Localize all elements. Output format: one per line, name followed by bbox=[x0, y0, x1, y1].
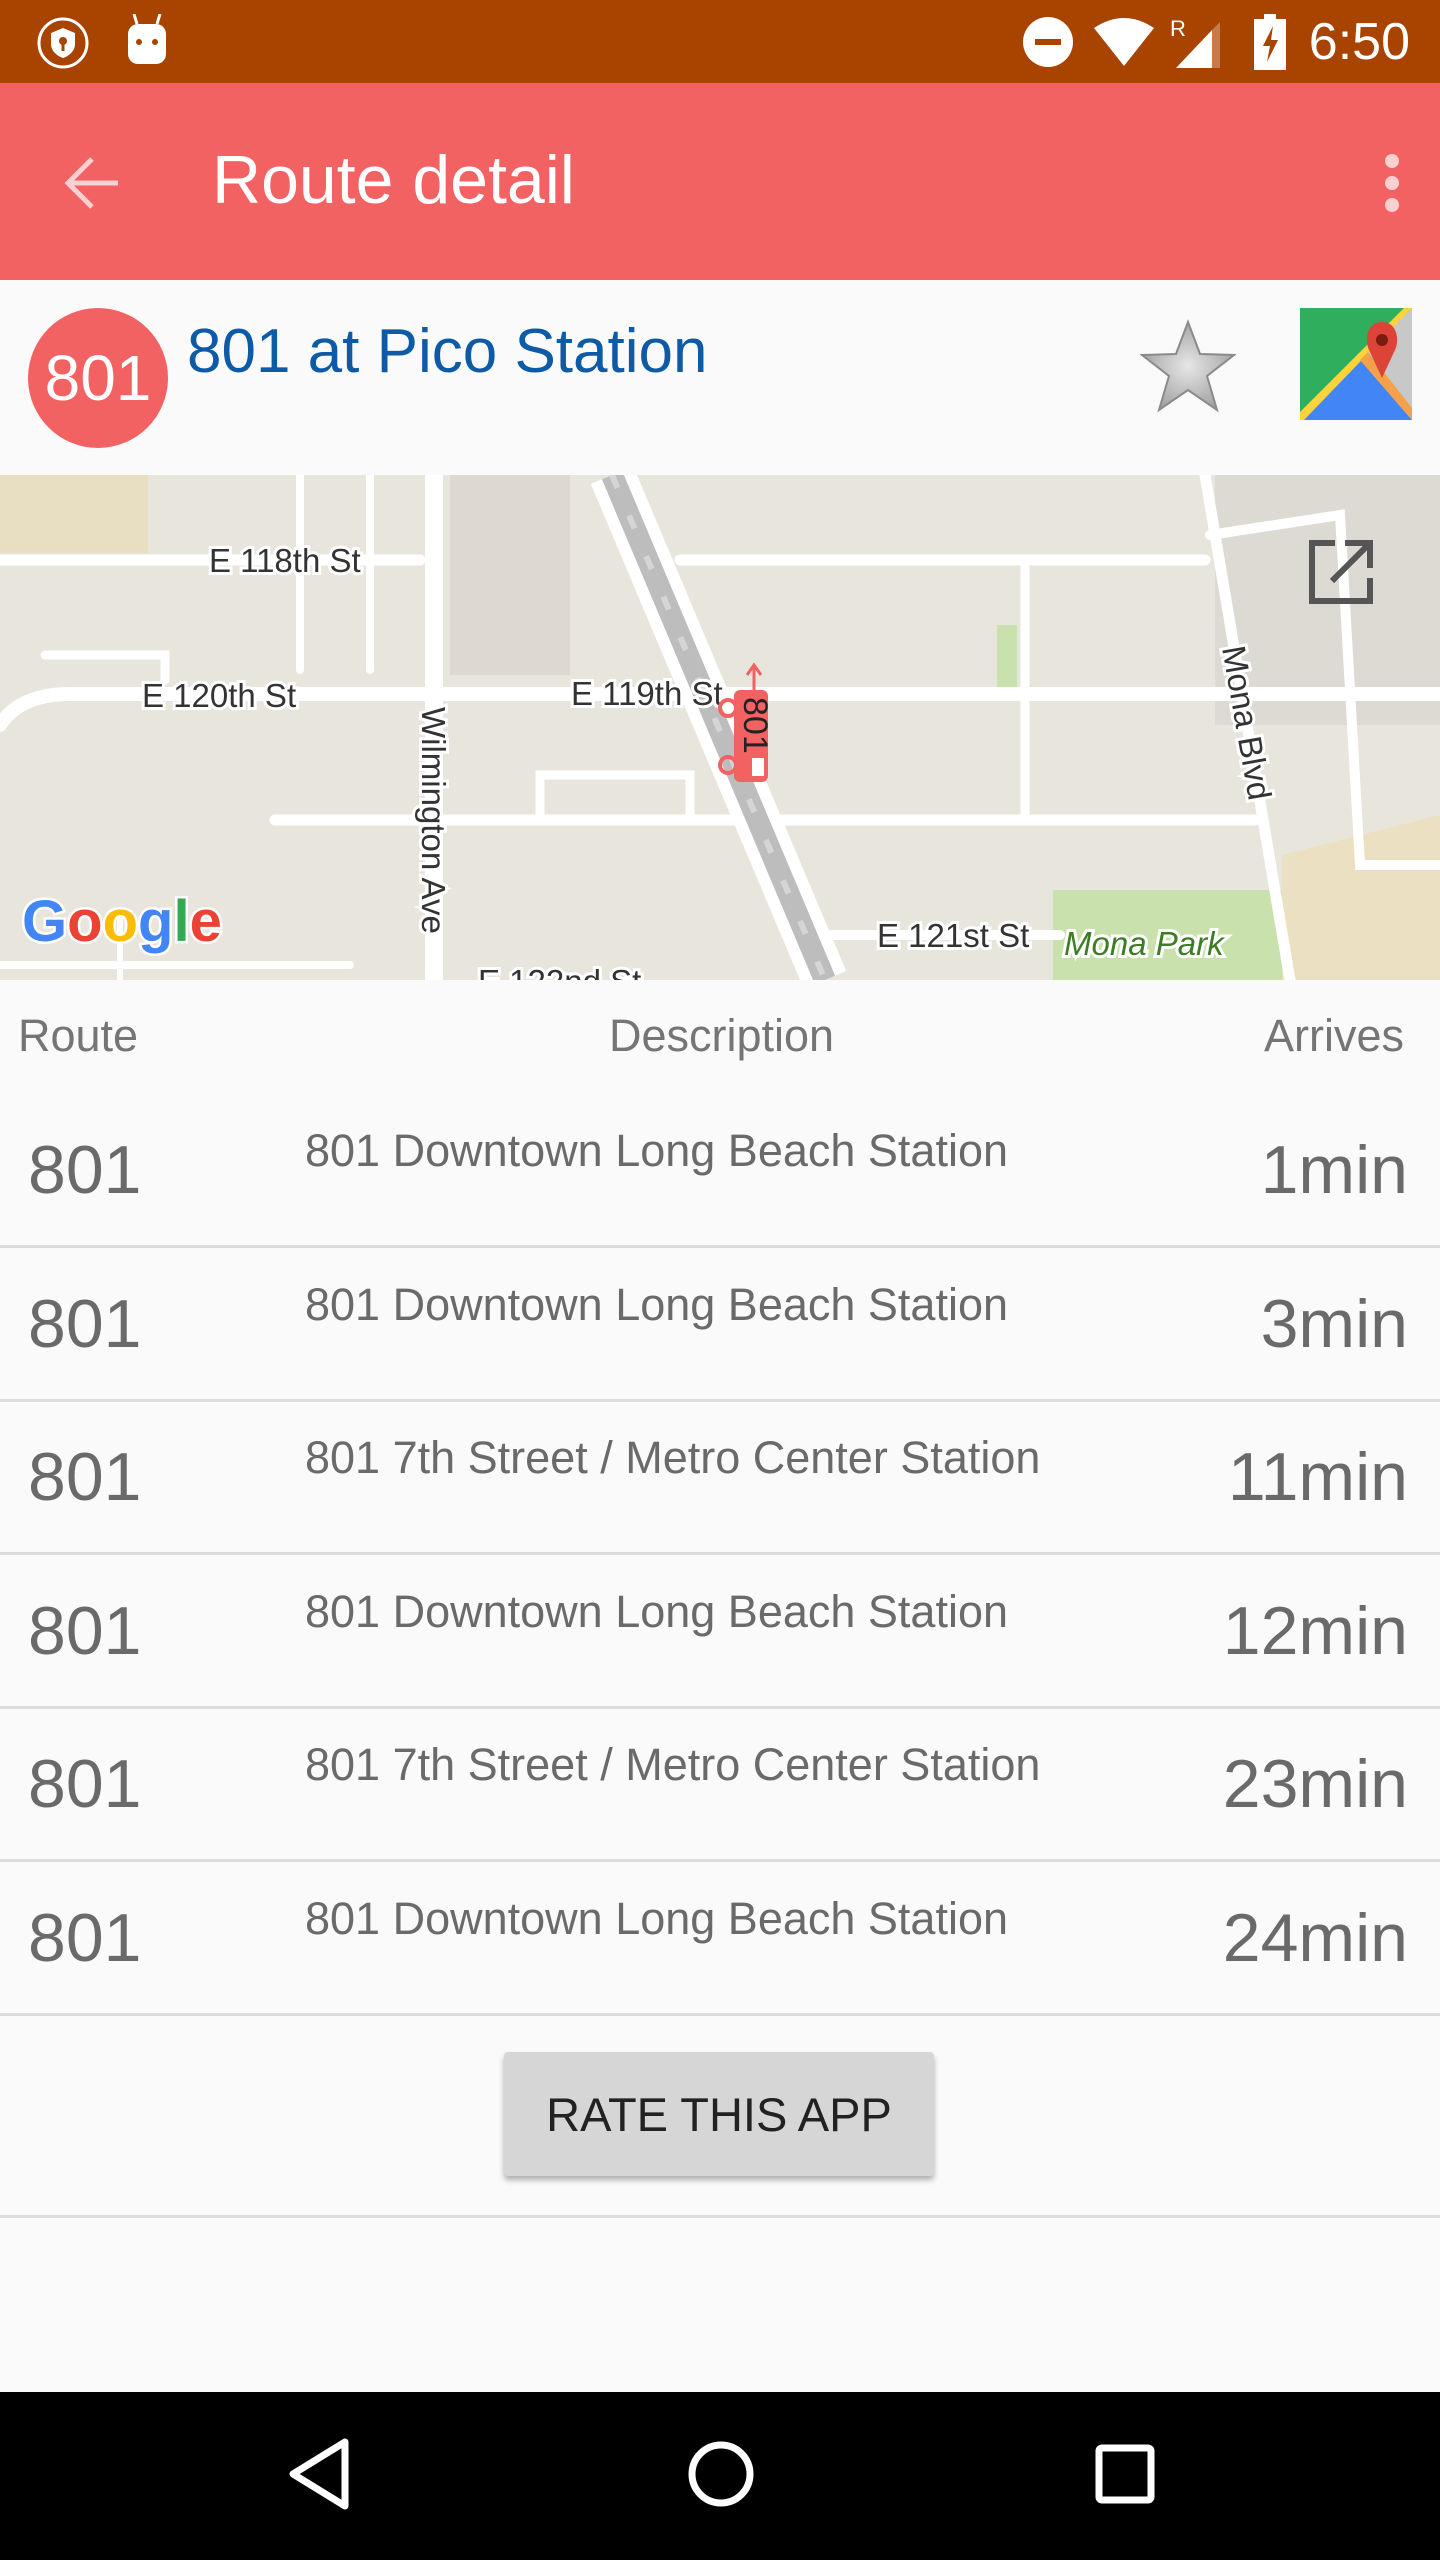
street-label: E 119th St bbox=[571, 675, 723, 712]
street-label: E 122nd St bbox=[478, 963, 641, 980]
table-row[interactable]: 801 801 Downtown Long Beach Station 3min bbox=[0, 1249, 1440, 1402]
arrow-back-icon[interactable] bbox=[62, 153, 122, 213]
android-icon bbox=[128, 14, 166, 64]
star-icon[interactable] bbox=[1140, 318, 1236, 414]
street-label: E 120th St bbox=[142, 677, 296, 714]
svg-text:R: R bbox=[1170, 16, 1186, 41]
arrives-cell: 12min bbox=[1222, 1592, 1408, 1669]
description-cell: 801 Downtown Long Beach Station bbox=[305, 1125, 1008, 1176]
table-row[interactable]: 801 801 7th Street / Metro Center Station… bbox=[0, 1402, 1440, 1555]
description-cell: 801 Downtown Long Beach Station bbox=[305, 1585, 1008, 1637]
table-header: Route Description Arrives bbox=[0, 980, 1440, 1095]
table-row[interactable]: 801 801 Downtown Long Beach Station 24min bbox=[0, 1863, 1440, 2016]
description-cell: 801 Downtown Long Beach Station bbox=[305, 1892, 1008, 1944]
route-cell: 801 bbox=[28, 1439, 142, 1515]
description-cell: 801 7th Street / Metro Center Station bbox=[305, 1432, 1041, 1483]
arrives-cell: 11min bbox=[1227, 1439, 1408, 1515]
vpn-shield-icon bbox=[37, 17, 89, 69]
wifi-icon bbox=[1094, 18, 1154, 66]
map-view[interactable]: E 118th St E 120th St E 119th St Wilming… bbox=[0, 475, 1440, 980]
arrives-cell: 24min bbox=[1222, 1899, 1408, 1976]
do-not-disturb-icon bbox=[1023, 17, 1073, 67]
street-label: Wilmington Ave bbox=[415, 707, 452, 934]
park-label: Mona Park bbox=[1064, 925, 1225, 962]
home-circle-icon[interactable] bbox=[686, 2434, 756, 2514]
description-cell: 801 7th Street / Metro Center Station bbox=[305, 1739, 1041, 1790]
table-row[interactable]: 801 801 7th Street / Metro Center Station… bbox=[0, 1709, 1440, 1862]
route-cell: 801 bbox=[28, 1746, 142, 1822]
google-logo: Google bbox=[20, 887, 225, 957]
back-triangle-icon[interactable] bbox=[285, 2434, 355, 2514]
navigation-bar bbox=[0, 2392, 1440, 2560]
bus-route-label: 801 bbox=[736, 697, 774, 754]
status-bar: R 6:50 bbox=[0, 0, 1440, 83]
route-badge: 801 bbox=[28, 308, 168, 448]
route-cell: 801 bbox=[28, 1592, 142, 1669]
description-cell: 801 Downtown Long Beach Station bbox=[305, 1278, 1008, 1330]
app-bar: Route detail bbox=[0, 83, 1440, 280]
recents-square-icon[interactable] bbox=[1090, 2434, 1160, 2514]
arrives-cell: 23min bbox=[1222, 1746, 1408, 1822]
more-vert-icon[interactable] bbox=[1384, 153, 1400, 213]
svg-text:Google: Google bbox=[22, 889, 222, 954]
header-description: Description bbox=[609, 1010, 835, 1061]
rate-app-button[interactable]: RATE THIS APP bbox=[504, 2052, 934, 2176]
header-arrives: Arrives bbox=[1263, 1010, 1404, 1061]
map-canvas[interactable]: E 118th St E 120th St E 119th St Wilming… bbox=[0, 475, 1440, 980]
route-cell: 801 bbox=[28, 1285, 142, 1362]
google-maps-icon[interactable] bbox=[1300, 308, 1412, 420]
stop-title: 801 at Pico Station bbox=[187, 317, 708, 386]
table-row[interactable]: 801 801 Downtown Long Beach Station 12min bbox=[0, 1556, 1440, 1709]
route-cell: 801 bbox=[28, 1132, 142, 1208]
battery-charging-icon bbox=[1254, 14, 1286, 70]
arrives-cell: 3min bbox=[1260, 1285, 1408, 1362]
signal-roaming-icon: R bbox=[1170, 16, 1220, 68]
street-label: E 118th St bbox=[209, 542, 361, 579]
header-route: Route bbox=[18, 1010, 139, 1061]
status-time: 6:50 bbox=[1308, 13, 1410, 71]
page-title: Route detail bbox=[212, 142, 575, 218]
route-cell: 801 bbox=[28, 1899, 142, 1976]
arrives-cell: 1min bbox=[1260, 1132, 1408, 1208]
stop-header: 801 801 at Pico Station bbox=[0, 280, 1440, 475]
divider bbox=[0, 2215, 1440, 2218]
table-row[interactable]: 801 801 Downtown Long Beach Station 1min bbox=[0, 1095, 1440, 1248]
street-label: E 121st St bbox=[877, 917, 1029, 954]
